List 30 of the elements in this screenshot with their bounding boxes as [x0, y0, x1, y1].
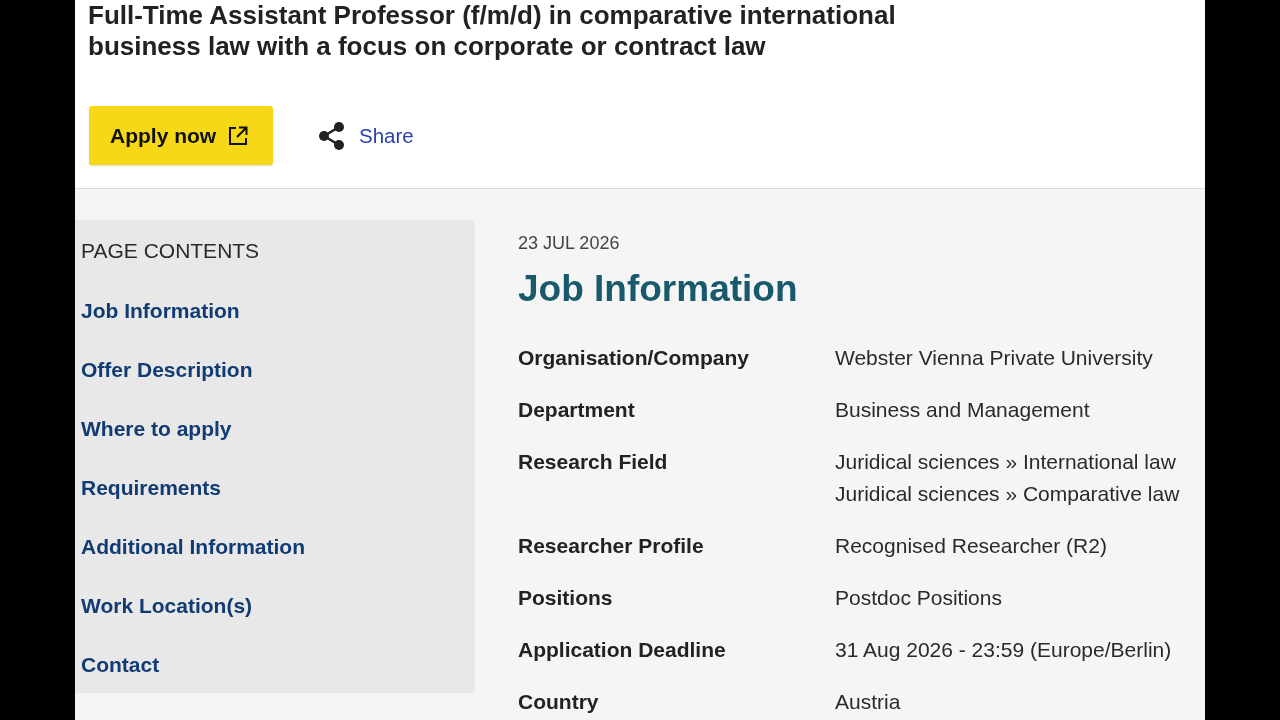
page-contents-link[interactable]: Where to apply: [81, 417, 232, 441]
field-value: Juridical sciences » International law: [835, 449, 1177, 474]
page-contents-link[interactable]: Requirements: [81, 476, 222, 500]
field-value: Webster Vienna Private University: [835, 345, 1153, 370]
field-label: Researcher Profile: [518, 533, 705, 558]
field-label: Positions: [518, 585, 614, 610]
field-value: Postdoc Positions: [835, 585, 1002, 610]
page-contents-link[interactable]: Contact: [81, 653, 160, 677]
field-label: Department: [518, 397, 636, 422]
field-value: Business and Management: [835, 397, 1090, 422]
section-heading: Job Information: [518, 268, 799, 310]
page-contents-link[interactable]: Work Location(s): [81, 594, 253, 618]
field-value: Austria: [835, 689, 901, 714]
field-label: Country: [518, 689, 600, 714]
page-contents-link[interactable]: Job Information: [81, 299, 240, 323]
page-contents-link[interactable]: Offer Description: [81, 358, 253, 382]
field-label: Application Deadline: [518, 637, 727, 662]
posting-date: 23 JUL 2026: [518, 233, 621, 254]
page-contents-title: PAGE CONTENTS: [81, 239, 260, 263]
field-value: 31 Aug 2026 - 23:59 (Europe/Berlin): [835, 637, 1172, 662]
job-title: Full-Time Assistant Professor (f/m/d) in comparative international business law with a focus on corporate or contract law: [88, 0, 897, 62]
field-value: Juridical sciences » Comparative law: [835, 481, 1180, 506]
page-contents-link[interactable]: Additional Information: [81, 535, 305, 559]
apply-now-button[interactable]: Apply now: [89, 106, 273, 165]
share-icon[interactable]: [319, 121, 345, 150]
field-value: Recognised Researcher (R2): [835, 533, 1107, 558]
field-label: Research Field: [518, 449, 669, 475]
field-label: Organisation/Company: [518, 345, 751, 370]
share-link[interactable]: Share: [359, 123, 414, 148]
external-link-icon: [228, 125, 249, 146]
